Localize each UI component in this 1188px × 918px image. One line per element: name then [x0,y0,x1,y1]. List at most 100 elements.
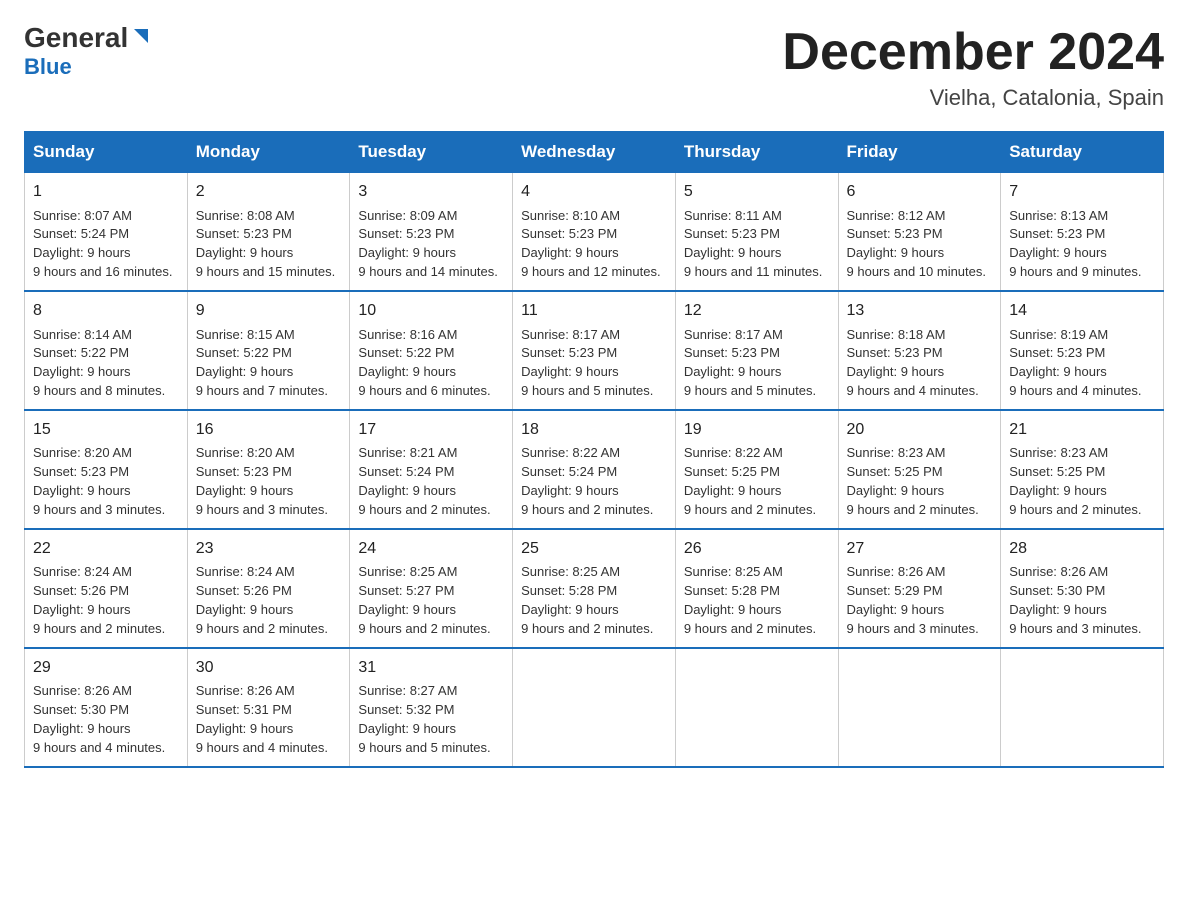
calendar-cell [513,648,676,767]
week-row-1: 1 Sunrise: 8:07 AMSunset: 5:24 PMDaylight… [25,173,1164,291]
day-number: 13 [847,300,993,322]
calendar-cell: 21 Sunrise: 8:23 AMSunset: 5:25 PMDayligh… [1001,410,1164,529]
calendar-cell: 3 Sunrise: 8:09 AMSunset: 5:23 PMDaylight… [350,173,513,291]
day-info: Sunrise: 8:13 AMSunset: 5:23 PMDaylight:… [1009,208,1141,280]
week-row-3: 15 Sunrise: 8:20 AMSunset: 5:23 PMDayligh… [25,410,1164,529]
header-saturday: Saturday [1001,132,1164,173]
day-info: Sunrise: 8:26 AMSunset: 5:29 PMDaylight:… [847,564,979,636]
calendar-cell: 6 Sunrise: 8:12 AMSunset: 5:23 PMDaylight… [838,173,1001,291]
day-info: Sunrise: 8:16 AMSunset: 5:22 PMDaylight:… [358,327,490,399]
day-info: Sunrise: 8:14 AMSunset: 5:22 PMDaylight:… [33,327,165,399]
day-number: 9 [196,300,342,322]
calendar-cell: 29 Sunrise: 8:26 AMSunset: 5:30 PMDayligh… [25,648,188,767]
day-info: Sunrise: 8:09 AMSunset: 5:23 PMDaylight:… [358,208,497,280]
day-info: Sunrise: 8:24 AMSunset: 5:26 PMDaylight:… [196,564,328,636]
day-info: Sunrise: 8:25 AMSunset: 5:28 PMDaylight:… [684,564,816,636]
day-number: 25 [521,538,667,560]
day-info: Sunrise: 8:10 AMSunset: 5:23 PMDaylight:… [521,208,660,280]
calendar-cell: 1 Sunrise: 8:07 AMSunset: 5:24 PMDaylight… [25,173,188,291]
day-info: Sunrise: 8:11 AMSunset: 5:23 PMDaylight:… [684,208,823,280]
title-section: December 2024 Vielha, Catalonia, Spain [782,24,1164,111]
logo-triangle-icon [130,25,152,47]
week-row-4: 22Sunrise: 8:24 AMSunset: 5:26 PMDayligh… [25,529,1164,648]
day-number: 15 [33,419,179,441]
calendar-cell: 12 Sunrise: 8:17 AMSunset: 5:23 PMDayligh… [675,291,838,410]
day-number: 23 [196,538,342,560]
header-row: SundayMondayTuesdayWednesdayThursdayFrid… [25,132,1164,173]
logo: General Blue [24,24,152,80]
calendar-cell: 25 Sunrise: 8:25 AMSunset: 5:28 PMDayligh… [513,529,676,648]
day-number: 31 [358,657,504,679]
day-info: Sunrise: 8:12 AMSunset: 5:23 PMDaylight:… [847,208,986,280]
calendar-cell: 14 Sunrise: 8:19 AMSunset: 5:23 PMDayligh… [1001,291,1164,410]
day-number: 21 [1009,419,1155,441]
day-number: 11 [521,300,667,322]
day-number: 12 [684,300,830,322]
header-sunday: Sunday [25,132,188,173]
calendar-cell: 24 Sunrise: 8:25 AMSunset: 5:27 PMDayligh… [350,529,513,648]
calendar-cell: 4 Sunrise: 8:10 AMSunset: 5:23 PMDaylight… [513,173,676,291]
calendar-cell: 8 Sunrise: 8:14 AMSunset: 5:22 PMDaylight… [25,291,188,410]
day-number: 26 [684,538,830,560]
calendar-cell: 19Sunrise: 8:22 AMSunset: 5:25 PMDayligh… [675,410,838,529]
header-thursday: Thursday [675,132,838,173]
calendar-cell: 2Sunrise: 8:08 AMSunset: 5:23 PMDaylight… [187,173,350,291]
page-header: General Blue December 2024 Vielha, Catal… [24,24,1164,111]
day-number: 4 [521,181,667,203]
day-number: 7 [1009,181,1155,203]
day-info: Sunrise: 8:15 AMSunset: 5:22 PMDaylight:… [196,327,328,399]
day-info: Sunrise: 8:26 AMSunset: 5:30 PMDaylight:… [1009,564,1141,636]
calendar-table: SundayMondayTuesdayWednesdayThursdayFrid… [24,131,1164,768]
calendar-body: 1 Sunrise: 8:07 AMSunset: 5:24 PMDaylight… [25,173,1164,767]
day-number: 28 [1009,538,1155,560]
header-friday: Friday [838,132,1001,173]
day-info: Sunrise: 8:20 AMSunset: 5:23 PMDaylight:… [196,445,328,517]
calendar-cell [675,648,838,767]
day-number: 16 [196,419,342,441]
day-info: Sunrise: 8:26 AMSunset: 5:31 PMDaylight:… [196,683,328,755]
day-number: 6 [847,181,993,203]
header-tuesday: Tuesday [350,132,513,173]
day-info: Sunrise: 8:21 AMSunset: 5:24 PMDaylight:… [358,445,490,517]
day-number: 17 [358,419,504,441]
calendar-cell: 26 Sunrise: 8:25 AMSunset: 5:28 PMDayligh… [675,529,838,648]
calendar-cell: 16 Sunrise: 8:20 AMSunset: 5:23 PMDayligh… [187,410,350,529]
day-info: Sunrise: 8:23 AMSunset: 5:25 PMDaylight:… [847,445,979,517]
day-info: Sunrise: 8:27 AMSunset: 5:32 PMDaylight:… [358,683,490,755]
day-info: Sunrise: 8:26 AMSunset: 5:30 PMDaylight:… [33,683,165,755]
day-number: 14 [1009,300,1155,322]
calendar-cell: 13 Sunrise: 8:18 AMSunset: 5:23 PMDayligh… [838,291,1001,410]
day-info: Sunrise: 8:07 AMSunset: 5:24 PMDaylight:… [33,208,172,280]
day-number: 29 [33,657,179,679]
logo-general: General [24,24,128,52]
calendar-cell: 11Sunrise: 8:17 AMSunset: 5:23 PMDayligh… [513,291,676,410]
header-wednesday: Wednesday [513,132,676,173]
day-number: 3 [358,181,504,203]
calendar-header: SundayMondayTuesdayWednesdayThursdayFrid… [25,132,1164,173]
location: Vielha, Catalonia, Spain [782,85,1164,111]
week-row-2: 8 Sunrise: 8:14 AMSunset: 5:22 PMDaylight… [25,291,1164,410]
calendar-cell: 7 Sunrise: 8:13 AMSunset: 5:23 PMDaylight… [1001,173,1164,291]
day-number: 8 [33,300,179,322]
day-info: Sunrise: 8:23 AMSunset: 5:25 PMDaylight:… [1009,445,1141,517]
day-info: Sunrise: 8:19 AMSunset: 5:23 PMDaylight:… [1009,327,1141,399]
calendar-cell [838,648,1001,767]
day-number: 30 [196,657,342,679]
day-info: Sunrise: 8:22 AMSunset: 5:24 PMDaylight:… [521,445,653,517]
calendar-cell: 31 Sunrise: 8:27 AMSunset: 5:32 PMDayligh… [350,648,513,767]
day-info: Sunrise: 8:24 AMSunset: 5:26 PMDaylight:… [33,564,165,636]
day-info: Sunrise: 8:18 AMSunset: 5:23 PMDaylight:… [847,327,979,399]
month-title: December 2024 [782,24,1164,81]
day-info: Sunrise: 8:17 AMSunset: 5:23 PMDaylight:… [684,327,816,399]
week-row-5: 29 Sunrise: 8:26 AMSunset: 5:30 PMDayligh… [25,648,1164,767]
day-info: Sunrise: 8:25 AMSunset: 5:27 PMDaylight:… [358,564,490,636]
day-info: Sunrise: 8:20 AMSunset: 5:23 PMDaylight:… [33,445,165,517]
calendar-cell: 27Sunrise: 8:26 AMSunset: 5:29 PMDayligh… [838,529,1001,648]
day-number: 1 [33,181,179,203]
day-number: 18 [521,419,667,441]
day-number: 5 [684,181,830,203]
calendar-cell: 22Sunrise: 8:24 AMSunset: 5:26 PMDayligh… [25,529,188,648]
day-info: Sunrise: 8:25 AMSunset: 5:28 PMDaylight:… [521,564,653,636]
day-number: 2 [196,181,342,203]
day-number: 24 [358,538,504,560]
